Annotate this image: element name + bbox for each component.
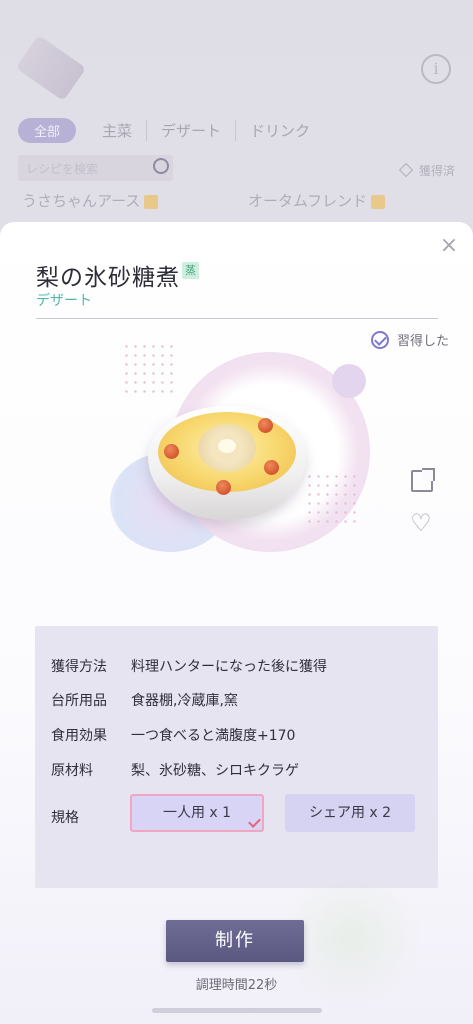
home-indicator[interactable]: [152, 1008, 322, 1013]
tab-main: 主菜: [102, 122, 133, 140]
info-value: 梨、氷砂糖、シロキクラゲ: [131, 763, 299, 779]
recipe-info-panel: 獲得方法 料理ハンターになった後に獲得 台所用品 食器棚,冷蔵庫,窯 食用効果 …: [35, 626, 438, 888]
info-label: 獲得方法: [51, 659, 107, 675]
recipe-card-name: うさちゃんアース: [22, 192, 141, 210]
info-value: 一つ食べると満腹度+170: [131, 728, 296, 744]
recipe-detail-sheet: × 梨の氷砂糖煮 蒸 デザート 習得した ♡ 獲得方法 料理ハンターになった後に…: [0, 222, 473, 1024]
info-row: 食用効果 一つ食べると満腹度+170: [51, 725, 295, 745]
tag-icon: [144, 194, 159, 209]
info-value: 食器棚,冷蔵庫,窯: [131, 693, 238, 709]
info-label: 食用効果: [51, 728, 107, 744]
owned-filter: 獲得済: [401, 162, 455, 179]
info-label: 台所用品: [51, 693, 107, 709]
divider: [36, 318, 438, 319]
spec-label: 規格: [51, 810, 79, 826]
make-button[interactable]: 制作: [166, 920, 304, 962]
tab-all: 全部: [18, 118, 77, 143]
jujube: [216, 480, 231, 495]
info-icon: i: [421, 54, 451, 84]
jujube: [258, 418, 273, 433]
decor-dots: [122, 342, 176, 396]
portion-single-label: 一人用 x 1: [162, 805, 232, 821]
portion-single-button[interactable]: 一人用 x 1: [130, 794, 264, 832]
selected-check-icon: [248, 818, 260, 828]
close-icon[interactable]: ×: [439, 235, 459, 257]
cooking-method-badge: 蒸: [182, 262, 199, 279]
learned-label: 習得した: [396, 334, 449, 349]
decor-dot: [332, 364, 366, 398]
dish-title: 梨の氷砂糖煮: [36, 265, 180, 291]
recipe-search-input: レシピを検索: [18, 155, 173, 181]
recipe-card-title: オータムフレンド: [248, 190, 386, 211]
search-placeholder: レシピを検索: [26, 162, 99, 176]
info-row: 原材料 梨、氷砂糖、シロキクラゲ: [51, 760, 299, 780]
info-value: 料理ハンターになった後に獲得: [131, 659, 327, 675]
heart-icon[interactable]: ♡: [409, 511, 433, 535]
jujube: [164, 444, 179, 459]
recipe-card-title: うさちゃんアース: [22, 190, 159, 211]
info-row: 獲得方法 料理ハンターになった後に獲得: [51, 656, 327, 676]
decor-dots: [305, 472, 359, 526]
info-row: 台所用品 食器棚,冷蔵庫,窯: [51, 690, 238, 710]
info-label: 原材料: [51, 763, 93, 779]
dish-image: [148, 398, 306, 520]
pear: [198, 424, 256, 472]
recipe-card-name: オータムフレンド: [248, 192, 368, 210]
tab-drink: ドリンク: [235, 120, 324, 141]
dish-illustration: [100, 342, 380, 572]
tag-icon: [371, 194, 386, 209]
category-tabs: 全部 主菜 デザート ドリンク: [18, 118, 324, 143]
cook-time: 調理時間22秒: [195, 978, 278, 993]
dish-category: デザート: [36, 293, 92, 309]
learned-status: 習得した: [370, 330, 449, 349]
portion-share-label: シェア用 x 2: [308, 805, 392, 821]
jujube: [264, 460, 279, 475]
app-logo-icon: [15, 34, 87, 102]
search-icon: [153, 158, 169, 174]
portion-share-button[interactable]: シェア用 x 2: [285, 794, 415, 832]
tab-dessert: デザート: [146, 120, 235, 141]
share-icon[interactable]: [411, 468, 435, 492]
